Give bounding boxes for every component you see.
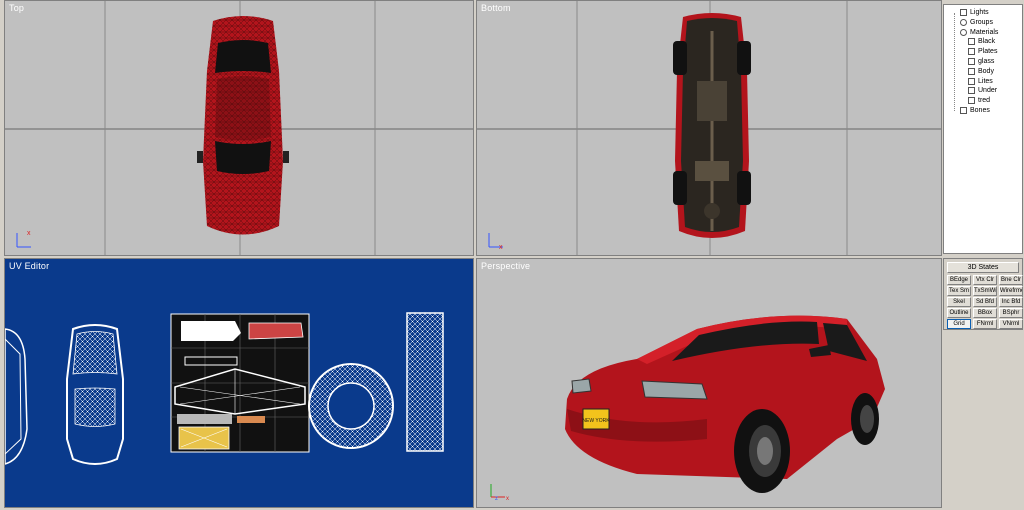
- scene-tree-panel[interactable]: Lights Groups Materials Black Plates glass Bod…: [943, 4, 1023, 254]
- right-panel-empty: [943, 332, 1023, 508]
- tree-item[interactable]: Lights: [960, 9, 989, 16]
- uv-layout: [5, 312, 444, 465]
- state-button-tex-sm[interactable]: Tex Sm: [947, 286, 971, 296]
- state-button-txsmwr[interactable]: TxSmWr: [973, 286, 997, 296]
- svg-text:z: z: [495, 496, 498, 502]
- car-bottom-view: [673, 13, 751, 238]
- tree-item-label: Lites: [978, 77, 993, 85]
- viewport-bottom[interactable]: Bottom x: [476, 0, 942, 256]
- material-icon: [968, 77, 975, 85]
- state-button-skel[interactable]: Skel: [947, 297, 971, 307]
- material-icon: [968, 87, 975, 95]
- viewport-top[interactable]: Top x: [4, 0, 474, 256]
- state-button-outline[interactable]: Outline: [947, 308, 971, 318]
- bones-icon: [960, 107, 967, 114]
- tree-item-label: Black: [978, 38, 996, 46]
- tree-item[interactable]: Plates: [968, 48, 998, 56]
- state-button-bne-clr[interactable]: Bne Clr: [999, 275, 1023, 285]
- license-plate: NEW YORK: [582, 408, 610, 430]
- states-panel: 3D States BEdge Vtx Clr Bne Clr Tex Sm TxSmW…: [943, 258, 1023, 330]
- state-button-inc-bfd[interactable]: Inc Bfd: [999, 297, 1023, 307]
- state-button-wirefrme[interactable]: Wirefrme: [999, 286, 1023, 296]
- material-icon: [968, 38, 975, 46]
- tree-item-label: Bones: [970, 107, 990, 114]
- state-button-bedge[interactable]: BEdge: [947, 275, 971, 285]
- tree-item[interactable]: Under: [968, 87, 998, 95]
- state-button-vtx-clr[interactable]: Vtx Clr: [973, 275, 997, 285]
- states-header: 3D States: [947, 262, 1019, 273]
- tree-item[interactable]: Lites: [968, 77, 993, 85]
- car-top-view: [197, 16, 289, 235]
- material-icon: [968, 67, 975, 75]
- axis-gizmo-bottom: x: [488, 233, 503, 251]
- tree-item-label: Lights: [970, 9, 989, 16]
- axis-gizmo-top: x: [16, 230, 31, 248]
- svg-text:NEW YORK: NEW YORK: [582, 418, 610, 424]
- tree-item-label: Groups: [970, 18, 993, 26]
- state-button-vnrml[interactable]: VNrml: [999, 319, 1023, 329]
- state-button-grid[interactable]: Grid: [947, 319, 971, 329]
- materials-icon: [960, 28, 967, 36]
- svg-text:x: x: [27, 230, 31, 237]
- material-icon: [968, 58, 975, 65]
- state-button-fnrml[interactable]: FNrml: [973, 319, 997, 329]
- state-button-bbox[interactable]: BBox: [973, 308, 997, 318]
- car-perspective-view: NEW YORK: [565, 315, 885, 493]
- tree-item-label: Under: [978, 87, 998, 95]
- state-button-bsphr[interactable]: BSphr: [999, 308, 1023, 318]
- svg-text:x: x: [506, 496, 509, 502]
- tree-item[interactable]: Materials: [960, 28, 999, 36]
- tree-item-label: glass: [978, 58, 995, 65]
- viewport-perspective[interactable]: Perspective NEW YORK z x: [476, 258, 942, 508]
- tree-item[interactable]: Body: [968, 67, 994, 75]
- material-icon: [968, 97, 975, 105]
- tree-item[interactable]: Groups: [960, 18, 993, 26]
- axis-gizmo-perspective: z x: [490, 484, 509, 502]
- tree-item-label: Plates: [978, 48, 998, 56]
- tree-item[interactable]: Black: [968, 38, 996, 46]
- material-icon: [968, 48, 975, 56]
- tree-item[interactable]: tred: [968, 97, 991, 105]
- viewport-uv-editor[interactable]: UV Editor: [4, 258, 474, 508]
- tree-item[interactable]: glass: [968, 58, 994, 65]
- tree-connector-line: [954, 13, 955, 111]
- groups-icon: [960, 18, 967, 26]
- svg-text:x: x: [499, 244, 503, 251]
- tree-item[interactable]: Bones: [960, 107, 990, 114]
- viewport-title: Perspective: [481, 261, 531, 271]
- tree-item-label: Materials: [970, 28, 999, 36]
- tree-item-label: Body: [978, 67, 994, 75]
- state-button-sd-bfd[interactable]: Sd Bfd: [973, 297, 997, 307]
- light-icon: [960, 9, 967, 16]
- tree-item-label: tred: [978, 97, 991, 105]
